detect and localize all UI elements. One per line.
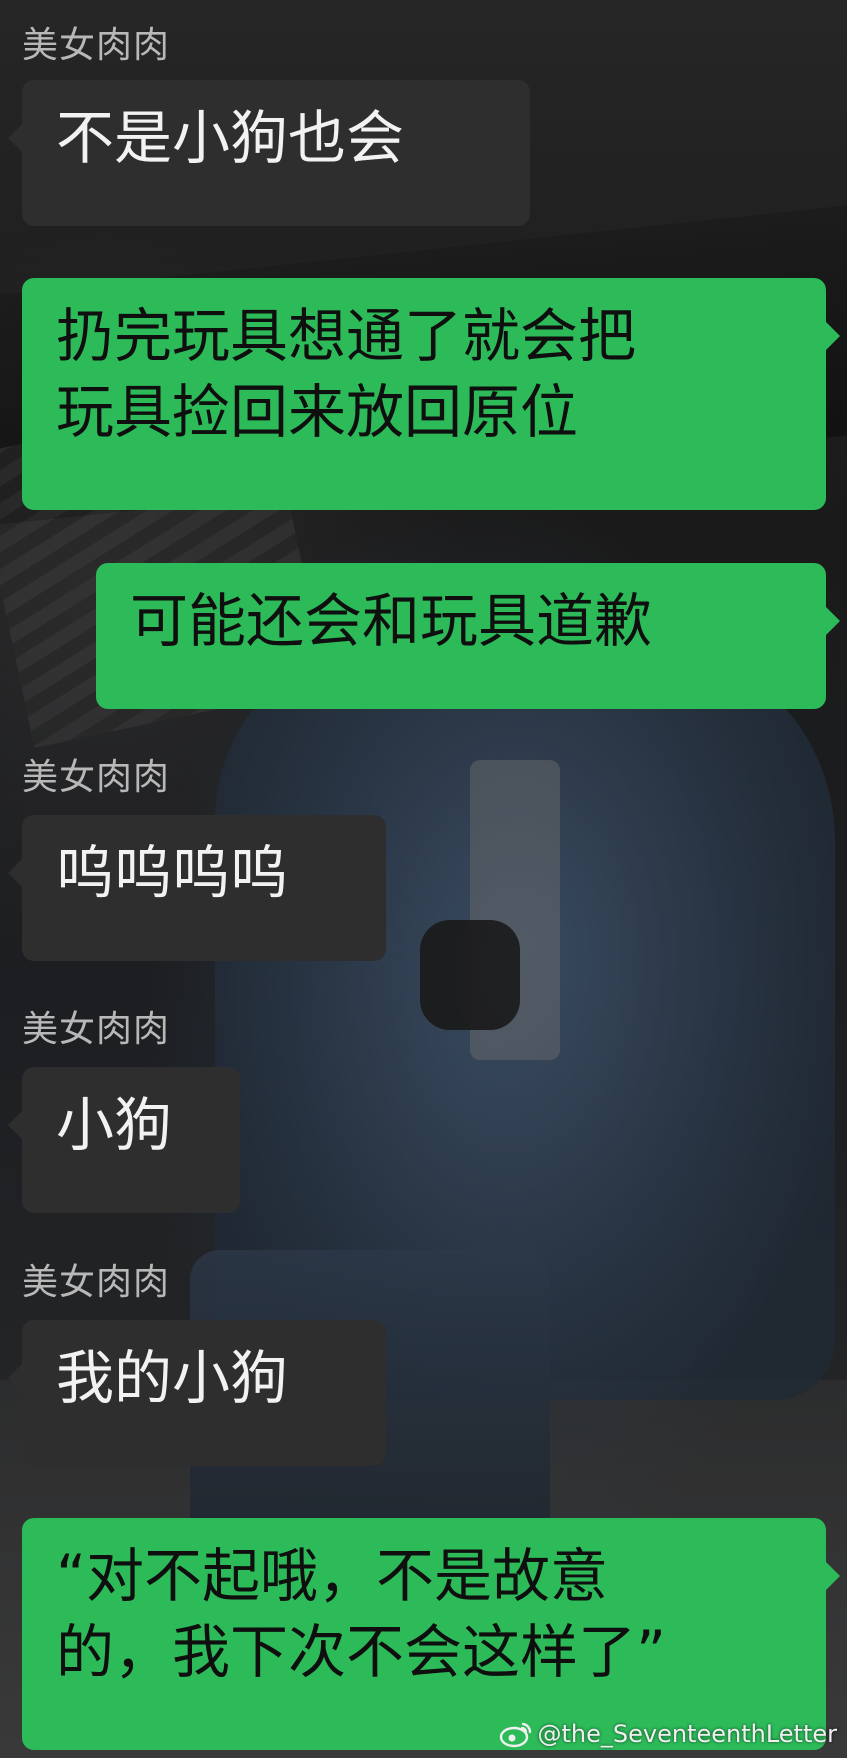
chat-screen: 美女肉肉 不是小狗也会 扔完玩具想通了就会把 玩具捡回来放回原位 可能还会和玩具… bbox=[0, 0, 847, 1758]
sender-name: 美女肉肉 bbox=[22, 1262, 171, 1303]
sender-name: 美女肉肉 bbox=[22, 757, 171, 798]
message-bubble-outgoing[interactable]: 可能还会和玩具道歉 bbox=[96, 563, 840, 709]
message-bubble-incoming[interactable]: 不是小狗也会 bbox=[8, 80, 530, 226]
background-crossbody-bag bbox=[420, 920, 520, 1030]
weibo-icon bbox=[499, 1720, 533, 1748]
sender-name: 美女肉肉 bbox=[22, 1009, 171, 1050]
watermark-handle: @the_SeventeenthLetter bbox=[537, 1720, 837, 1748]
message-bubble-incoming[interactable]: 小狗 bbox=[8, 1067, 240, 1213]
message-bubble-outgoing[interactable]: 扔完玩具想通了就会把 玩具捡回来放回原位 bbox=[22, 278, 840, 510]
message-bubble-incoming[interactable]: 我的小狗 bbox=[8, 1320, 386, 1466]
sender-name: 美女肉肉 bbox=[22, 25, 171, 66]
message-bubble-incoming[interactable]: 呜呜呜呜 bbox=[8, 815, 386, 961]
weibo-watermark: @the_SeventeenthLetter bbox=[499, 1716, 837, 1752]
